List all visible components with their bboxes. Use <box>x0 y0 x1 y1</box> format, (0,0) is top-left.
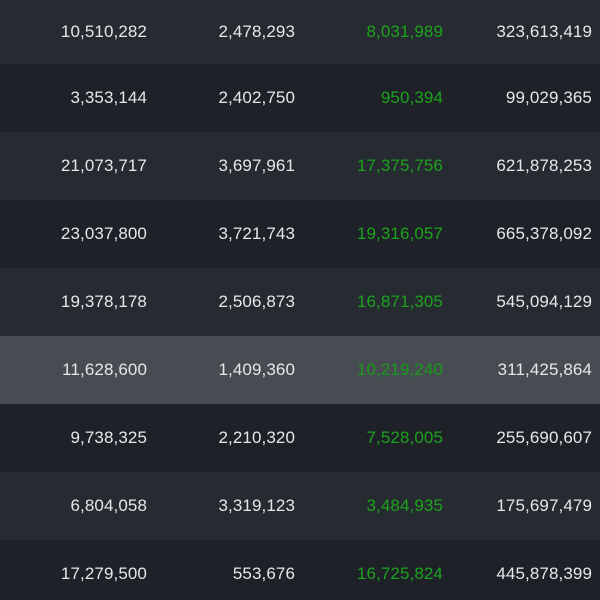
cell-col-1: 21,073,717 <box>60 156 147 175</box>
cell-col-1: 10,510,282 <box>60 22 147 41</box>
cell-col-4: 665,378,092 <box>496 224 592 243</box>
cell-col-3-positive: 10,219,240 <box>356 360 443 379</box>
cell-col-2: 1,409,360 <box>218 360 295 379</box>
cell-col-2: 553,676 <box>232 564 295 583</box>
table-row[interactable]: 21,073,717 3,697,961 17,375,756 621,878,… <box>0 132 600 200</box>
table-row[interactable]: 9,738,325 2,210,320 7,528,005 255,690,60… <box>0 404 600 472</box>
table-row[interactable]: 10,510,282 2,478,293 8,031,989 323,613,4… <box>0 0 600 64</box>
cell-col-3-positive: 19,316,057 <box>356 224 443 243</box>
cell-col-1: 3,353,144 <box>70 88 147 107</box>
table-row[interactable]: 17,279,500 553,676 16,725,824 445,878,39… <box>0 540 600 600</box>
cell-col-4: 255,690,607 <box>496 428 592 447</box>
cell-col-2: 2,402,750 <box>218 88 295 107</box>
cell-col-1: 9,738,325 <box>70 428 147 447</box>
cell-col-2: 2,478,293 <box>218 22 295 41</box>
cell-col-4: 621,878,253 <box>496 156 592 175</box>
cell-col-1: 17,279,500 <box>60 564 147 583</box>
cell-col-3-positive: 7,528,005 <box>366 428 443 447</box>
cell-col-1: 23,037,800 <box>60 224 147 243</box>
cell-col-2: 2,506,873 <box>218 292 295 311</box>
cell-col-4: 445,878,399 <box>496 564 592 583</box>
data-table: 10,510,282 2,478,293 8,031,989 323,613,4… <box>0 0 600 600</box>
cell-col-2: 3,721,743 <box>218 224 295 243</box>
cell-col-3-positive: 8,031,989 <box>366 22 443 41</box>
cell-col-1: 11,628,600 <box>62 360 147 379</box>
cell-col-2: 3,319,123 <box>218 496 295 515</box>
cell-col-4: 545,094,129 <box>496 292 592 311</box>
cell-col-1: 19,378,178 <box>60 292 147 311</box>
cell-col-1: 6,804,058 <box>70 496 147 515</box>
table-row[interactable]: 23,037,800 3,721,743 19,316,057 665,378,… <box>0 200 600 268</box>
table-row[interactable]: 3,353,144 2,402,750 950,394 99,029,365 <box>0 64 600 132</box>
cell-col-4: 99,029,365 <box>505 88 592 107</box>
table-row-hovered[interactable]: 11,628,600 1,409,360 10,219,240 311,425,… <box>0 336 600 404</box>
cell-col-3-positive: 950,394 <box>380 88 443 107</box>
cell-col-3-positive: 17,375,756 <box>356 156 443 175</box>
cell-col-2: 2,210,320 <box>218 428 295 447</box>
cell-col-4: 323,613,419 <box>496 22 592 41</box>
cell-col-2: 3,697,961 <box>218 156 295 175</box>
cell-col-3-positive: 16,871,305 <box>356 292 443 311</box>
cell-col-4: 175,697,479 <box>496 496 592 515</box>
cell-col-3-positive: 16,725,824 <box>356 564 443 583</box>
table-row[interactable]: 6,804,058 3,319,123 3,484,935 175,697,47… <box>0 472 600 540</box>
table-row[interactable]: 19,378,178 2,506,873 16,871,305 545,094,… <box>0 268 600 336</box>
cell-col-4: 311,425,864 <box>497 360 592 379</box>
cell-col-3-positive: 3,484,935 <box>366 496 443 515</box>
